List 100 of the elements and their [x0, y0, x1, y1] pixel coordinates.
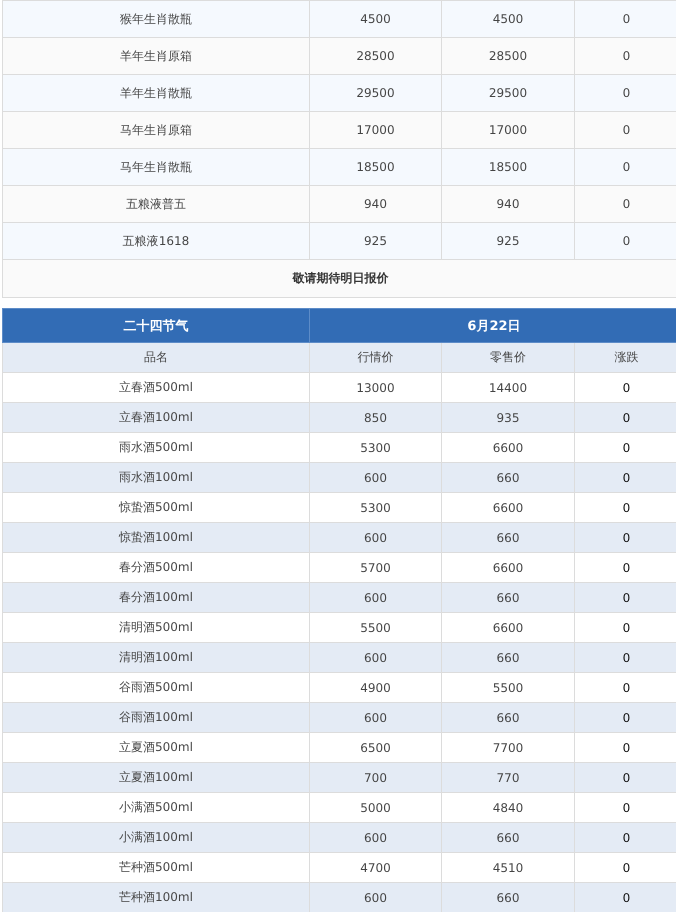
retail-price-cell: 660 — [442, 522, 574, 552]
market-price-cell: 600 — [310, 582, 442, 612]
retail-price-cell: 660 — [442, 882, 574, 912]
retail-price-cell: 5500 — [442, 672, 574, 702]
product-name-cell: 清明酒500ml — [2, 612, 310, 642]
market-price-cell: 4700 — [310, 852, 442, 882]
product-name-cell: 清明酒100ml — [2, 642, 310, 672]
retail-price-cell: 4840 — [442, 792, 574, 822]
product-name-cell: 五粮液1618 — [2, 222, 310, 260]
retail-price-cell: 4510 — [442, 852, 574, 882]
market-price-cell: 5300 — [310, 432, 442, 462]
market-price-cell: 600 — [310, 822, 442, 852]
product-name-cell: 立夏酒500ml — [2, 732, 310, 762]
price-change-cell: 0 — [574, 642, 676, 672]
price-change-cell: 0 — [574, 112, 676, 148]
price-change-cell: 0 — [574, 222, 676, 260]
product-name-cell: 春分酒500ml — [2, 552, 310, 582]
retail-price-cell: 17000 — [442, 112, 574, 148]
price-change-cell: 0 — [574, 552, 676, 582]
market-price-cell: 5500 — [310, 612, 442, 642]
table-title: 二十四节气 — [2, 308, 310, 342]
retail-price-cell: 14400 — [442, 372, 574, 402]
retail-price-cell: 6600 — [442, 492, 574, 522]
market-price-cell: 600 — [310, 882, 442, 912]
product-name-cell: 春分酒100ml — [2, 582, 310, 612]
retail-price-cell: 660 — [442, 462, 574, 492]
retail-price-cell: 4500 — [442, 0, 574, 38]
product-name-cell: 立春酒500ml — [2, 372, 310, 402]
market-price-cell: 18500 — [310, 148, 442, 186]
retail-price-cell: 660 — [442, 822, 574, 852]
market-price-cell: 600 — [310, 642, 442, 672]
market-price-cell: 940 — [310, 186, 442, 222]
retail-price-cell: 6600 — [442, 612, 574, 642]
price-change-cell: 0 — [574, 762, 676, 792]
notice-text: 敬请期待明日报价 — [2, 260, 676, 298]
product-name-cell: 猴年生肖散瓶 — [2, 0, 310, 38]
price-change-cell: 0 — [574, 822, 676, 852]
retail-price-cell: 7700 — [442, 732, 574, 762]
market-price-cell: 4900 — [310, 672, 442, 702]
product-name-cell: 惊蛰酒500ml — [2, 492, 310, 522]
market-price-cell: 600 — [310, 522, 442, 552]
price-change-cell: 0 — [574, 852, 676, 882]
product-name-cell: 五粮液普五 — [2, 186, 310, 222]
price-change-cell: 0 — [574, 792, 676, 822]
date-heading: 6月22日 — [310, 308, 676, 342]
product-name-cell: 立春酒100ml — [2, 402, 310, 432]
price-change-cell: 0 — [574, 612, 676, 642]
product-name-cell: 谷雨酒500ml — [2, 672, 310, 702]
market-price-cell: 5300 — [310, 492, 442, 522]
product-name-cell: 小满酒100ml — [2, 822, 310, 852]
market-price-cell: 17000 — [310, 112, 442, 148]
market-price-cell: 6500 — [310, 732, 442, 762]
product-name-cell: 雨水酒500ml — [2, 432, 310, 462]
market-price-cell: 700 — [310, 762, 442, 792]
price-change-cell: 0 — [574, 38, 676, 74]
product-name-cell: 芒种酒100ml — [2, 882, 310, 912]
price-change-cell: 0 — [574, 672, 676, 702]
price-change-cell: 0 — [574, 402, 676, 432]
market-price-cell: 29500 — [310, 74, 442, 112]
market-price-cell: 5700 — [310, 552, 442, 582]
retail-price-cell: 925 — [442, 222, 574, 260]
price-change-cell: 0 — [574, 732, 676, 762]
market-price-cell: 600 — [310, 702, 442, 732]
retail-price-cell: 660 — [442, 702, 574, 732]
price-change-cell: 0 — [574, 702, 676, 732]
product-name-cell: 惊蛰酒100ml — [2, 522, 310, 552]
retail-price-cell: 28500 — [442, 38, 574, 74]
market-price-cell: 850 — [310, 402, 442, 432]
retail-price-cell: 935 — [442, 402, 574, 432]
product-name-cell: 谷雨酒100ml — [2, 702, 310, 732]
price-change-cell: 0 — [574, 372, 676, 402]
product-name-cell: 马年生肖原箱 — [2, 112, 310, 148]
price-change-cell: 0 — [574, 522, 676, 552]
price-change-cell: 0 — [574, 882, 676, 912]
product-name-cell: 小满酒500ml — [2, 792, 310, 822]
price-change-cell: 0 — [574, 582, 676, 612]
product-name-cell: 羊年生肖原箱 — [2, 38, 310, 74]
retail-price-cell: 18500 — [442, 148, 574, 186]
retail-price-cell: 660 — [442, 582, 574, 612]
price-change-cell: 0 — [574, 432, 676, 462]
price-change-cell: 0 — [574, 186, 676, 222]
retail-price-cell: 6600 — [442, 432, 574, 462]
column-header: 零售价 — [442, 342, 574, 372]
product-name-cell: 马年生肖散瓶 — [2, 148, 310, 186]
column-header: 涨跌 — [574, 342, 676, 372]
market-price-cell: 4500 — [310, 0, 442, 38]
price-change-cell: 0 — [574, 462, 676, 492]
price-change-cell: 0 — [574, 74, 676, 112]
market-price-cell: 600 — [310, 462, 442, 492]
market-price-cell: 13000 — [310, 372, 442, 402]
market-price-cell: 28500 — [310, 38, 442, 74]
column-header: 行情价 — [310, 342, 442, 372]
retail-price-cell: 6600 — [442, 552, 574, 582]
product-name-cell: 雨水酒100ml — [2, 462, 310, 492]
retail-price-cell: 770 — [442, 762, 574, 792]
retail-price-cell: 660 — [442, 642, 574, 672]
price-change-cell: 0 — [574, 148, 676, 186]
product-name-cell: 羊年生肖散瓶 — [2, 74, 310, 112]
retail-price-cell: 29500 — [442, 74, 574, 112]
column-header: 品名 — [2, 342, 310, 372]
